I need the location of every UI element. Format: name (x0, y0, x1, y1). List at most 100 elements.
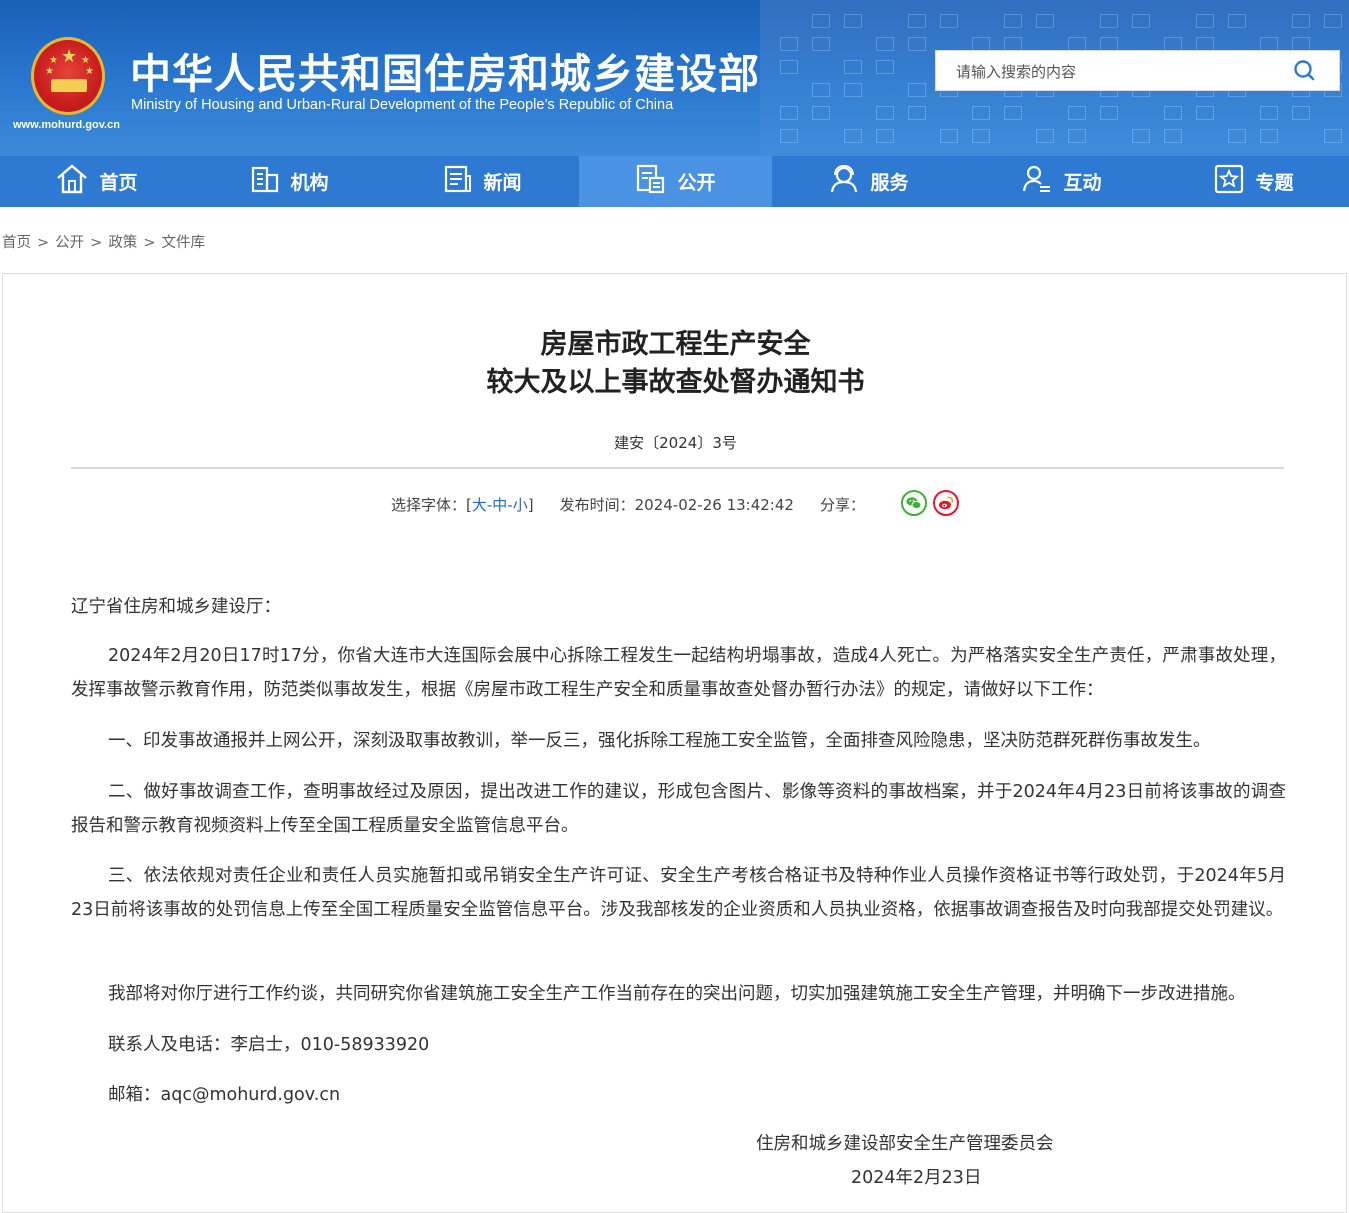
site-url: www.mohurd.gov.cn (13, 119, 120, 131)
building-window (1132, 14, 1150, 28)
building-window (1324, 14, 1342, 28)
building-window (1100, 106, 1118, 120)
building-window (844, 83, 862, 97)
main-nav: 首页 机构 新闻 公开 服务 互动 专题 (0, 156, 1349, 207)
building-window (1292, 106, 1310, 120)
breadcrumb-separator: > (90, 235, 103, 251)
building-window (1068, 106, 1086, 120)
search-input[interactable] (954, 61, 1278, 83)
paragraph-email: 邮箱：aqc@mohurd.gov.cn (108, 1085, 341, 1105)
building-window (972, 129, 990, 143)
breadcrumb: 首页 > 公开 > 政策 > 文件库 (2, 231, 205, 252)
national-emblem-logo[interactable]: ★ ★ ★ ★ ★ (31, 37, 105, 115)
search-icon[interactable] (1291, 57, 1319, 85)
building-window (812, 37, 830, 51)
font-size-close: ] (527, 496, 534, 514)
building-window (812, 14, 830, 28)
building-window (1196, 37, 1214, 51)
site-header: ★ ★ ★ ★ ★ www.mohurd.gov.cn 中华人民共和国住房和城乡… (0, 0, 1349, 156)
building-window (1004, 14, 1022, 28)
building-window (940, 14, 958, 28)
nav-item-label: 新闻 (483, 172, 522, 194)
building-window (1132, 129, 1150, 143)
building-window (812, 106, 830, 120)
paragraph-interview: 我部将对你厅进行工作约谈，共同研究你省建筑施工安全生产工作当前存在的突出问题，切… (108, 984, 1246, 1004)
home-icon (55, 163, 99, 200)
publish-label: 发布时间： (559, 496, 635, 514)
building-window (1260, 37, 1278, 51)
building-window (1196, 14, 1214, 28)
building-window (1036, 129, 1054, 143)
paragraph-intro: 2024年2月20日17时17分，你省大连市大连国际会展中心拆除工程发生一起结构… (71, 646, 1286, 700)
nav-item-service[interactable]: 服务 (772, 156, 965, 207)
breadcrumb-separator: > (37, 235, 50, 251)
building-window (780, 106, 798, 120)
article-title-line1: 房屋市政工程生产安全 (540, 329, 811, 360)
building-window (780, 37, 798, 51)
title-divider (71, 467, 1284, 469)
nav-item-label: 专题 (1255, 172, 1294, 194)
news-icon (443, 164, 483, 199)
building-window (780, 129, 798, 143)
building-window (1068, 37, 1086, 51)
star-icon (1213, 163, 1255, 200)
building-window (908, 37, 926, 51)
breadcrumb-file-library[interactable]: 文件库 (161, 235, 205, 251)
breadcrumb-home[interactable]: 首页 (2, 235, 31, 251)
nav-item-label: 首页 (99, 172, 138, 194)
service-icon (828, 163, 870, 200)
article-title-line2: 较大及以上事故查处督办通知书 (486, 367, 865, 398)
building-window (844, 129, 862, 143)
building-window (908, 106, 926, 120)
nav-item-organization[interactable]: 机构 (193, 156, 386, 207)
nav-item-label: 服务 (870, 172, 909, 194)
building-window (844, 14, 862, 28)
publish-time: 2024-02-26 13:42:42 (634, 496, 794, 514)
building-window (940, 129, 958, 143)
wechat-share-icon[interactable] (901, 490, 927, 516)
breadcrumb-public[interactable]: 公开 (55, 235, 84, 251)
building-window (908, 83, 926, 97)
paragraph-item-3: 三、依法依规对责任企业和责任人员实施暂扣或吊销安全生产许可证、安全生产考核合格证… (71, 866, 1286, 920)
building-window (1260, 106, 1278, 120)
article-panel: 房屋市政工程生产安全 较大及以上事故查处督办通知书 建安〔2024〕3号 选择字… (2, 273, 1347, 1213)
building-window (1164, 106, 1182, 120)
nav-item-topics[interactable]: 专题 (1158, 156, 1349, 207)
building-window (1228, 129, 1246, 143)
nav-item-label: 公开 (677, 172, 716, 194)
font-size-small-link[interactable]: 小 (513, 496, 528, 514)
building-window (876, 106, 894, 120)
building-window (1004, 37, 1022, 51)
signatory: 住房和城乡建设部安全生产管理委员会 (756, 1134, 1054, 1154)
building-window (780, 60, 798, 74)
building-window (1164, 37, 1182, 51)
building-window (1100, 37, 1118, 51)
building-window (876, 37, 894, 51)
building-window (1036, 14, 1054, 28)
breadcrumb-separator: > (143, 235, 156, 251)
building-window (1228, 14, 1246, 28)
building-window (876, 60, 894, 74)
paragraph-contact: 联系人及电话：李启士，010-58933920 (108, 1035, 430, 1055)
font-size-medium-link[interactable]: 中 (492, 496, 507, 514)
share-label: 分享： (819, 496, 865, 514)
paragraph-item-2: 二、做好事故调查工作，查明事故经过及原因，提出改进工作的建议，形成包含图片、影像… (71, 782, 1286, 836)
nav-item-label: 机构 (290, 172, 329, 194)
building-window (1100, 14, 1118, 28)
search-box (935, 50, 1340, 91)
nav-item-news[interactable]: 新闻 (386, 156, 579, 207)
building-window (908, 14, 926, 28)
weibo-share-icon[interactable] (933, 490, 959, 516)
breadcrumb-policy[interactable]: 政策 (108, 235, 137, 251)
building-window (876, 129, 894, 143)
site-title[interactable]: 中华人民共和国住房和城乡建设部 (130, 40, 760, 100)
nav-item-home[interactable]: 首页 (0, 156, 193, 207)
paragraph-item-1: 一、印发事故通报并上网公开，深刻汲取事故教训，举一反三，强化拆除工程施工安全监管… (108, 731, 1211, 751)
font-size-large-link[interactable]: 大 (472, 496, 487, 514)
salutation: 辽宁省住房和城乡建设厅： (71, 597, 281, 617)
nav-item-public[interactable]: 公开 (579, 156, 772, 207)
font-size-label: 选择字体：[ (391, 496, 472, 514)
nav-item-interaction[interactable]: 互动 (965, 156, 1158, 207)
building-window (1068, 129, 1086, 143)
sign-date: 2024年2月23日 (851, 1168, 982, 1188)
